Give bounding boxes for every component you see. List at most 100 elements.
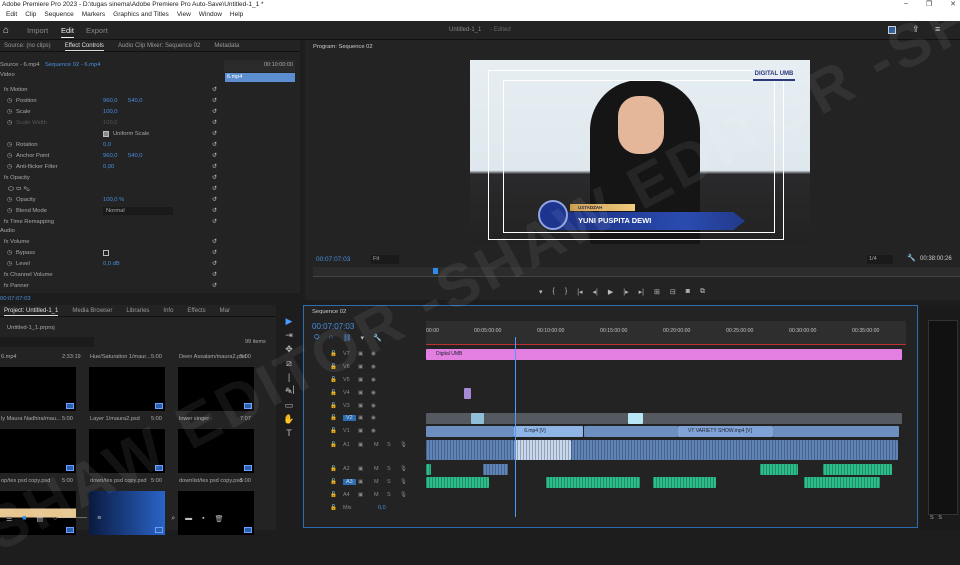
nest-icon[interactable]: ⛭: [314, 334, 320, 342]
track-name[interactable]: A4: [343, 492, 350, 498]
blend-mode-select[interactable]: Normal: [103, 207, 173, 215]
toggle-sync-icon[interactable]: ▣: [358, 479, 363, 485]
stopwatch-icon[interactable]: ◷: [7, 96, 12, 107]
reset-icon[interactable]: ↺: [212, 151, 217, 162]
tab-project[interactable]: Project: Untitled-1_1: [4, 305, 59, 316]
solo-button[interactable]: S: [387, 466, 391, 472]
property-value[interactable]: 100,0: [103, 107, 118, 118]
toggle-sync-icon[interactable]: ▣: [358, 403, 363, 409]
tab-effect-controls[interactable]: Effect Controls: [64, 40, 104, 51]
project-item-thumbnail[interactable]: [0, 429, 76, 473]
timeline-clip[interactable]: [426, 477, 489, 488]
track-name[interactable]: A2: [343, 466, 350, 472]
track-name[interactable]: V5: [343, 377, 350, 383]
stopwatch-icon[interactable]: ◷: [7, 259, 12, 270]
menu-clip[interactable]: Clip: [25, 9, 36, 21]
freeform-view-icon[interactable]: ▤: [37, 515, 44, 523]
play-button[interactable]: ▶: [608, 288, 613, 296]
menu-view[interactable]: View: [177, 9, 191, 21]
marker-button[interactable]: ▾: [539, 288, 543, 296]
timeline-clip[interactable]: [759, 464, 798, 475]
reset-icon[interactable]: ↺: [212, 96, 217, 107]
checkbox[interactable]: [103, 250, 109, 256]
property-value[interactable]: 960,0: [103, 151, 118, 162]
toggle-sync-icon[interactable]: ▣: [358, 415, 363, 421]
project-search-input[interactable]: [0, 337, 94, 347]
lock-icon[interactable]: 🔓: [330, 466, 337, 472]
go-to-in-button[interactable]: |◂: [577, 288, 582, 296]
timeline-clip[interactable]: [426, 426, 515, 437]
comparison-button[interactable]: ⧉: [700, 288, 705, 296]
menu-sequence[interactable]: Sequence: [44, 9, 73, 21]
stopwatch-icon[interactable]: ◷: [7, 195, 12, 206]
property-value-2[interactable]: 540,0: [128, 96, 143, 107]
reset-icon[interactable]: ↺: [212, 173, 217, 184]
find-icon[interactable]: ⌕: [171, 515, 175, 523]
track-name[interactable]: V7: [343, 351, 350, 357]
step-forward-button[interactable]: |▸: [623, 288, 628, 296]
lock-icon[interactable]: 🔓: [330, 415, 337, 421]
property-value[interactable]: 100,0 %: [103, 195, 124, 206]
stopwatch-icon[interactable]: ◷: [7, 118, 12, 129]
tab-metadata[interactable]: Metadata: [214, 40, 239, 51]
timeline-clip[interactable]: VT VARIETY SHOW.mp4 [V]: [678, 426, 773, 437]
home-icon[interactable]: ⌂: [3, 21, 9, 40]
project-item-thumbnail[interactable]: [0, 491, 76, 535]
mix-value[interactable]: 0,0: [378, 505, 386, 511]
eye-icon[interactable]: ◉: [371, 364, 376, 370]
lock-icon[interactable]: 🔓: [330, 442, 337, 448]
toggle-sync-icon[interactable]: ▣: [358, 492, 363, 498]
ripple-edit-tool[interactable]: ✥: [283, 343, 295, 355]
snap-icon[interactable]: ∩: [329, 334, 334, 342]
out-point-button[interactable]: }: [565, 288, 567, 296]
stopwatch-icon[interactable]: ◷: [7, 162, 12, 173]
project-item-thumbnail[interactable]: [0, 367, 76, 411]
selection-tool[interactable]: ▶: [283, 315, 295, 327]
project-item-thumbnail[interactable]: [178, 429, 254, 473]
zoom-slider[interactable]: ○──────: [53, 515, 87, 523]
property-value[interactable]: 960,0: [103, 96, 118, 107]
tab-effects[interactable]: Effects: [187, 305, 205, 316]
tab-mar[interactable]: Mar: [220, 305, 230, 316]
timeline-clip[interactable]: [772, 426, 899, 437]
lock-icon[interactable]: 🔓: [330, 377, 337, 383]
toggle-sync-icon[interactable]: ▣: [358, 428, 363, 434]
track-name[interactable]: A1: [343, 442, 350, 448]
list-view-icon[interactable]: ☰: [6, 515, 12, 523]
lock-icon[interactable]: 🔓: [330, 428, 337, 434]
mute-button[interactable]: M: [374, 442, 379, 448]
tab-libraries[interactable]: Libraries: [126, 305, 149, 316]
reset-icon[interactable]: ↺: [212, 107, 217, 118]
menu-markers[interactable]: Markers: [82, 9, 105, 21]
timeline-timecode[interactable]: 00:07:07:03: [312, 322, 354, 331]
toggle-sync-icon[interactable]: ▣: [358, 364, 363, 370]
icon-view-icon[interactable]: ■: [22, 515, 26, 523]
resolution-select[interactable]: 1/4: [867, 255, 893, 264]
sequence-clip-selector[interactable]: Sequence 02 - 6.mp4: [45, 62, 100, 68]
timeline-clip[interactable]: [804, 477, 880, 488]
reset-icon[interactable]: ↺: [212, 270, 217, 281]
slip-tool[interactable]: |↔|: [283, 371, 295, 394]
eye-icon[interactable]: ◉: [371, 377, 376, 383]
sequence-tab[interactable]: Sequence 02: [312, 309, 346, 315]
tab-media-browser[interactable]: Media Browser: [72, 305, 112, 316]
razor-tool[interactable]: ⧄: [283, 357, 295, 369]
reset-icon[interactable]: ↺: [212, 281, 217, 292]
reset-icon[interactable]: ↺: [212, 162, 217, 173]
tab-audio-clip-mixer[interactable]: Audio Clip Mixer: Sequence 02: [118, 40, 200, 51]
timeline-playhead[interactable]: [515, 337, 517, 517]
delete-icon[interactable]: 🗑: [215, 515, 224, 523]
workspaces-icon[interactable]: [888, 26, 896, 34]
new-bin-icon[interactable]: ▬: [185, 515, 192, 523]
mini-timeline-ruler[interactable]: 00:10:00:00: [224, 60, 295, 72]
stopwatch-icon[interactable]: ◷: [7, 248, 12, 259]
reset-icon[interactable]: ↺: [212, 85, 217, 96]
toggle-sync-icon[interactable]: ▣: [358, 442, 363, 448]
eye-icon[interactable]: ◉: [371, 428, 376, 434]
lock-icon[interactable]: 🔓: [330, 403, 337, 409]
mic-icon[interactable]: 🎙: [400, 442, 407, 448]
wrench-icon[interactable]: 🔧: [907, 254, 916, 262]
settings-wrench-icon[interactable]: 🔧: [373, 334, 382, 342]
track-name[interactable]: V1: [343, 428, 350, 434]
tab-source[interactable]: Source: (no clips): [4, 40, 51, 51]
